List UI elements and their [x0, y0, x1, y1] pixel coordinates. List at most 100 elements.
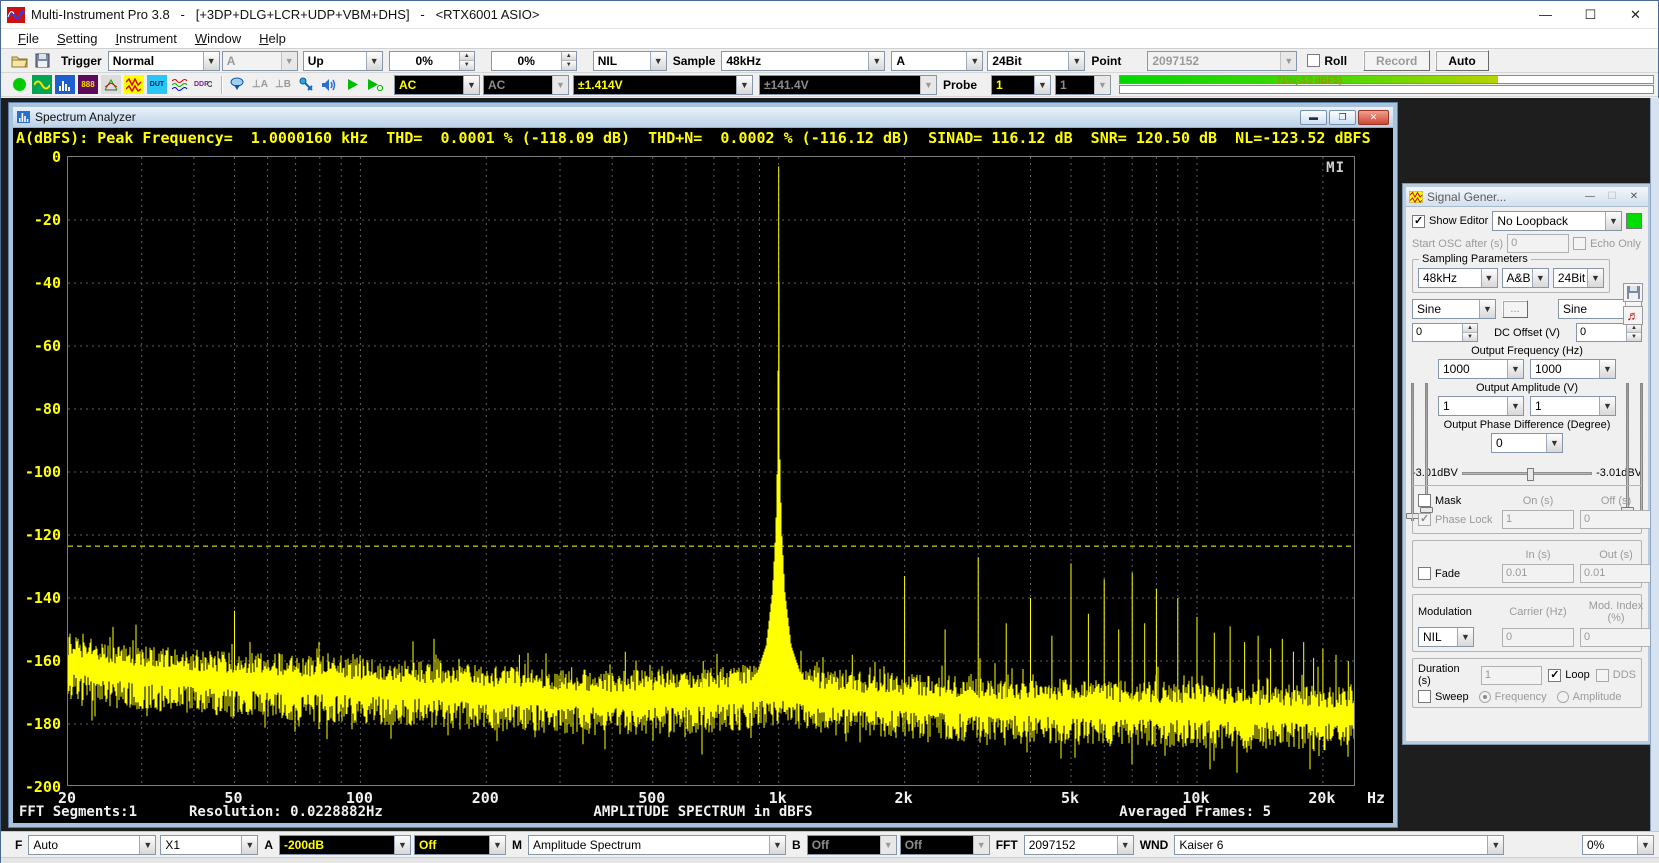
- trigger-edge-select[interactable]: Up▼: [303, 51, 383, 71]
- window-function-select[interactable]: Kaiser 6▼: [1174, 835, 1504, 855]
- minimize-button[interactable]: —: [1523, 1, 1568, 29]
- sweep-amplitude-radio: Amplitude: [1557, 691, 1622, 703]
- multimeter-icon[interactable]: 888: [78, 75, 98, 94]
- menu-window[interactable]: Window: [186, 29, 250, 48]
- spectrum-analyzer-icon[interactable]: [55, 75, 75, 94]
- loop-checkbox[interactable]: Loop: [1548, 669, 1589, 682]
- waveform-a-select[interactable]: Sine▼: [1412, 299, 1496, 319]
- derived-data-point-icon[interactable]: [170, 75, 190, 94]
- overlap-select[interactable]: 0%▼: [1582, 835, 1654, 855]
- chevron-down-icon: ▼: [973, 836, 989, 854]
- save-icon[interactable]: [32, 51, 52, 70]
- siggen-sample-rate-select[interactable]: 48kHz▼: [1418, 268, 1498, 288]
- maximize-button[interactable]: ☐: [1568, 1, 1613, 29]
- trigger-delay-spinner[interactable]: 0%▲▼: [491, 51, 577, 71]
- range-a-bottom-select[interactable]: -200dB▼: [279, 835, 411, 855]
- wnd-label: WND: [1134, 838, 1175, 852]
- roll-checkbox[interactable]: Roll: [1307, 54, 1347, 68]
- mask-checkbox[interactable]: Mask: [1418, 494, 1496, 507]
- range-a-select[interactable]: ±1.414V▼: [573, 75, 753, 95]
- signal-generator-icon[interactable]: [124, 75, 144, 94]
- fft-segments-status: FFT Segments:1: [19, 804, 137, 820]
- probe-a-select[interactable]: 1▼: [991, 75, 1051, 95]
- spin-down-icon[interactable]: ▼: [562, 61, 576, 70]
- duration-label: Duration (s): [1418, 663, 1475, 687]
- amplitude-b-select[interactable]: 1▼: [1530, 396, 1616, 416]
- speaker-icon[interactable]: [319, 75, 339, 94]
- bit-depth-select[interactable]: 24Bit▼: [987, 51, 1085, 71]
- spectrum-minimize-button[interactable]: ▬: [1300, 110, 1327, 125]
- music-note-icon[interactable]: ♬: [1623, 306, 1643, 325]
- menu-setting[interactable]: Setting: [48, 29, 106, 48]
- balance-slider-handle[interactable]: [1527, 468, 1534, 481]
- play-icon[interactable]: [342, 75, 362, 94]
- mask-off-input: 0: [1580, 510, 1652, 529]
- coupling-a-select[interactable]: AC▼: [394, 75, 480, 95]
- sample-channel-select[interactable]: A▼: [891, 51, 983, 71]
- waveform-more-button[interactable]: ...: [1502, 300, 1528, 318]
- close-button[interactable]: ✕: [1613, 1, 1658, 29]
- y-axis-tick-label: -140: [15, 589, 61, 607]
- sound-device-icon[interactable]: [227, 75, 247, 94]
- menu-file[interactable]: File: [9, 29, 48, 48]
- loopback-select[interactable]: No Loopback▼: [1492, 211, 1622, 231]
- spin-up-icon[interactable]: ▲: [1463, 324, 1477, 333]
- trigger-mode-select[interactable]: Normal▼: [108, 51, 220, 71]
- chevron-down-icon: ▼: [1637, 836, 1653, 854]
- sample-rate-select[interactable]: 48kHz▼: [721, 51, 885, 71]
- zoom-select[interactable]: X1▼: [160, 835, 258, 855]
- auto-button[interactable]: Auto: [1435, 50, 1488, 71]
- balance-slider[interactable]: [1462, 472, 1592, 475]
- show-editor-checkbox[interactable]: Show Editor: [1412, 215, 1488, 228]
- spin-down-icon[interactable]: ▼: [1627, 333, 1641, 341]
- fade-checkbox[interactable]: Fade: [1418, 567, 1496, 580]
- spectrum-maximize-button[interactable]: ❐: [1329, 110, 1356, 125]
- siggen-save-icon[interactable]: [1623, 283, 1643, 302]
- menu-help[interactable]: Help: [250, 29, 295, 48]
- phase-select[interactable]: 0▼: [1491, 433, 1563, 453]
- data-logger-plot-icon[interactable]: DDP: [193, 75, 213, 94]
- chevron-down-icon: ▼: [920, 76, 936, 94]
- frequency-a-select[interactable]: 1000▼: [1438, 359, 1524, 379]
- frequency-b-select[interactable]: 1000▼: [1530, 359, 1616, 379]
- open-file-icon[interactable]: [9, 51, 29, 70]
- spin-up-icon[interactable]: ▲: [562, 52, 576, 62]
- device-under-test-icon[interactable]: DUT: [147, 75, 167, 94]
- analysis-mode-select[interactable]: Amplitude Spectrum▼: [528, 835, 786, 855]
- modulation-select[interactable]: NIL▼: [1418, 627, 1474, 647]
- spectrum-close-button[interactable]: ✕: [1358, 110, 1389, 125]
- probe-calibration-icon[interactable]: [296, 75, 316, 94]
- spectrum-window-title: Spectrum Analyzer: [35, 110, 136, 124]
- spin-down-icon[interactable]: ▼: [460, 61, 474, 70]
- trigger-frequency-select[interactable]: NIL▼: [593, 51, 667, 71]
- spectrum-titlebar[interactable]: Spectrum Analyzer ▬ ❐ ✕: [13, 107, 1393, 128]
- y-axis-tick-label: -40: [15, 274, 61, 292]
- persistence-a-select[interactable]: Off▼: [414, 835, 506, 855]
- workspace-scrollbar[interactable]: [1650, 98, 1659, 831]
- siggen-bits-select[interactable]: 24Bit▼: [1553, 268, 1604, 288]
- siggen-titlebar[interactable]: Signal Gener... — ☐ ✕: [1406, 187, 1648, 207]
- range-b-bottom-select: Off▼: [807, 835, 897, 855]
- record-button: Record: [1363, 50, 1430, 71]
- fft-size-select[interactable]: 2097152▼: [1024, 835, 1134, 855]
- menu-instrument[interactable]: Instrument: [106, 29, 185, 48]
- spin-up-icon[interactable]: ▲: [1627, 324, 1641, 333]
- amplitude-a-select[interactable]: 1▼: [1438, 396, 1524, 416]
- frequency-axis-select[interactable]: Auto▼: [28, 835, 156, 855]
- run-indicator-icon[interactable]: [9, 75, 29, 94]
- sweep-checkbox[interactable]: Sweep: [1418, 690, 1469, 703]
- siggen-channels-select[interactable]: A&B▼: [1502, 268, 1549, 288]
- generator-run-indicator[interactable]: [1626, 213, 1642, 229]
- spin-up-icon[interactable]: ▲: [460, 52, 474, 62]
- oscilloscope-icon[interactable]: [32, 75, 52, 94]
- siggen-close-button[interactable]: ✕: [1623, 191, 1645, 202]
- chevron-down-icon: ▼: [1532, 269, 1548, 287]
- trigger-level-spinner[interactable]: 0%▲▼: [389, 51, 475, 71]
- spin-down-icon[interactable]: ▼: [1463, 333, 1477, 341]
- spectrum-window-icon: [17, 111, 30, 123]
- dc-offset-a-spinner[interactable]: 0▲▼: [1412, 323, 1478, 342]
- spectrum-3d-plot-icon[interactable]: [101, 75, 121, 94]
- play-loop-icon[interactable]: [365, 75, 385, 94]
- dc-offset-b-spinner[interactable]: 0▲▼: [1576, 323, 1642, 342]
- siggen-minimize-button[interactable]: —: [1579, 191, 1601, 202]
